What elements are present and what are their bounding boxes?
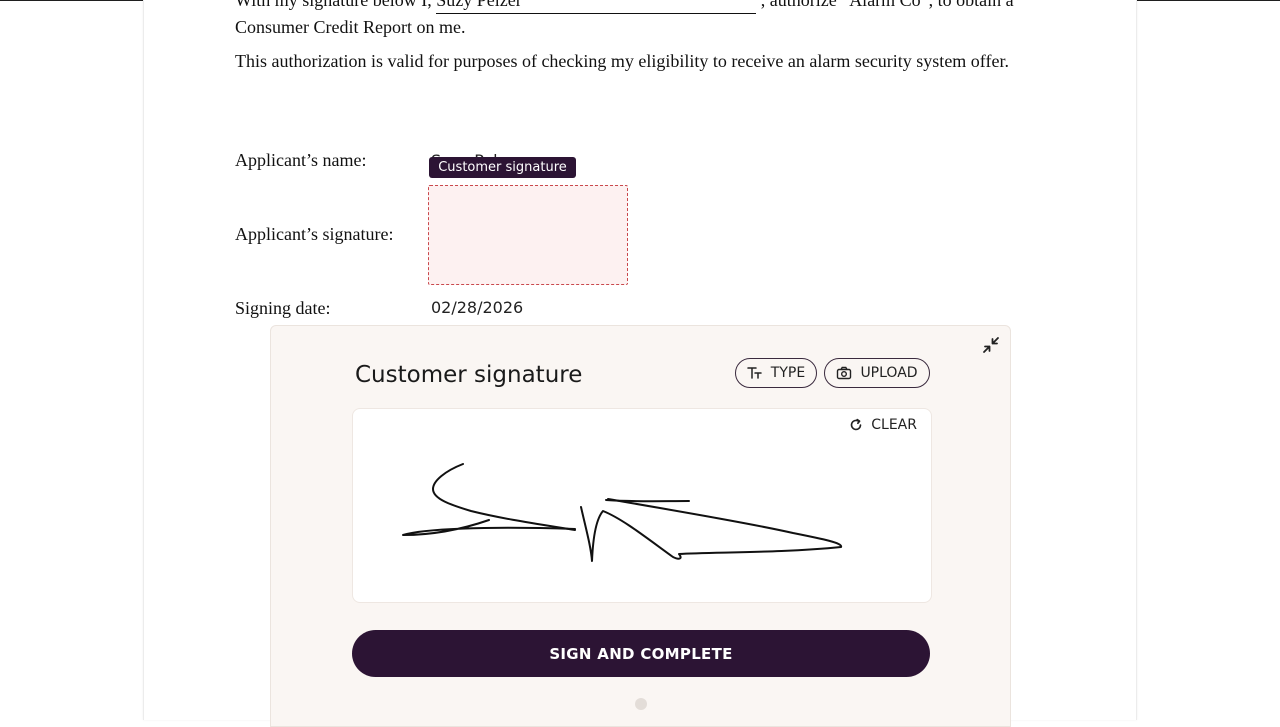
signing-date-label: Signing date: <box>235 298 331 318</box>
collapse-arrows-icon <box>983 337 999 353</box>
signature-strokes <box>402 463 842 562</box>
sign-button-label: SIGN AND COMPLETE <box>549 644 733 663</box>
type-button[interactable]: TYPE <box>735 358 817 388</box>
signature-field[interactable] <box>428 185 628 285</box>
applicant-signature-label: Applicant’s signature: <box>235 224 394 244</box>
sign-and-complete-button[interactable]: SIGN AND COMPLETE <box>352 630 930 677</box>
applicant-name-label: Applicant’s name: <box>235 150 367 170</box>
type-button-label: TYPE <box>770 365 806 381</box>
paragraph-text-start: With my signature below I, <box>235 0 432 10</box>
filled-name: Suzy Pelzer <box>436 0 522 10</box>
signature-panel: Customer signature TYPE UPLOAD CLEAR SIG… <box>270 325 1011 727</box>
signing-date-value: 02/28/2026 <box>431 298 524 317</box>
validity-paragraph: This authorization is valid for purposes… <box>235 51 1009 71</box>
authorization-paragraph: With my signature below I, Suzy Pelzer ,… <box>235 0 1055 40</box>
signature-field-tooltip: Customer signature <box>429 157 576 178</box>
signature-panel-title: Customer signature <box>355 362 583 388</box>
text-size-icon <box>747 367 762 379</box>
camera-icon <box>837 366 852 380</box>
page-indicator-dot <box>635 698 647 710</box>
signature-drawing-pad[interactable]: CLEAR <box>352 408 932 603</box>
collapse-button[interactable] <box>980 334 1002 356</box>
upload-button-label: UPLOAD <box>860 365 918 381</box>
document-page: With my signature below I, Suzy Pelzer ,… <box>143 0 1137 727</box>
name-blank: Suzy Pelzer <box>436 0 757 14</box>
upload-button[interactable]: UPLOAD <box>824 358 930 388</box>
